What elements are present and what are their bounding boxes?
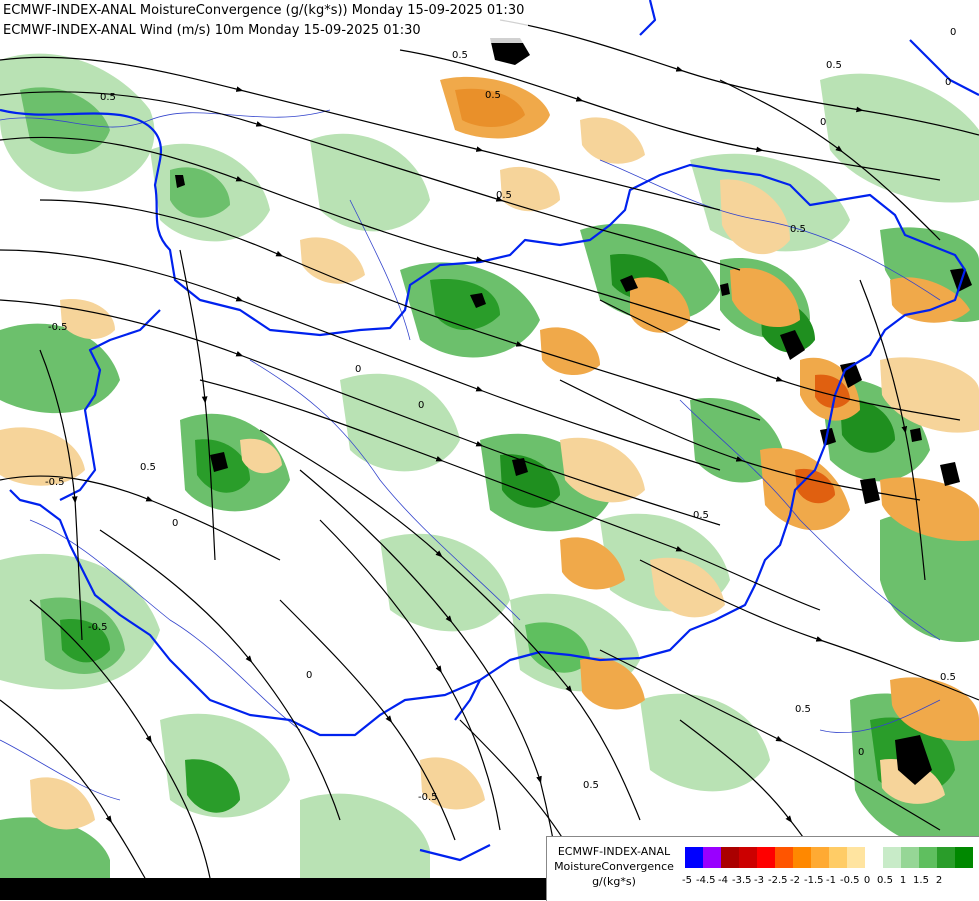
legend-tick: -1 [826, 875, 836, 886]
legend-swatch [847, 847, 865, 868]
legend-tick: -1.5 [804, 875, 824, 886]
legend-tick: -0.5 [840, 875, 860, 886]
legend-variable: MoistureConvergence [554, 860, 674, 873]
color-legend: ECMWF-INDEX-ANAL MoistureConvergence g/(… [546, 836, 979, 901]
legend-tick: -5 [682, 875, 692, 886]
legend-swatch [829, 847, 847, 868]
contour-label: 0.5 [496, 190, 512, 201]
contour-label: 0 [418, 400, 424, 411]
legend-tick: -2.5 [768, 875, 788, 886]
legend-swatch [811, 847, 829, 868]
legend-swatch [685, 847, 703, 868]
contour-label: 0.5 [485, 90, 501, 101]
contour-label: -0.5 [418, 792, 438, 803]
legend-swatch [955, 847, 973, 868]
contour-label: 0.5 [940, 672, 956, 683]
contour-label: 0 [355, 364, 361, 375]
legend-swatch [901, 847, 919, 868]
contour-label: 0.5 [583, 780, 599, 791]
contour-label: 0 [306, 670, 312, 681]
legend-tick: 2 [935, 875, 943, 886]
contour-label: 0.5 [452, 50, 468, 61]
contour-label: 0.5 [140, 462, 156, 473]
contour-label: -0.5 [88, 622, 108, 633]
legend-swatch [775, 847, 793, 868]
title-moisture-convergence: ECMWF-INDEX-ANAL MoistureConvergence (g/… [3, 3, 525, 18]
legend-model: ECMWF-INDEX-ANAL [557, 845, 671, 858]
legend-swatch [919, 847, 937, 868]
map-title-box: ECMWF-INDEX-ANAL MoistureConvergence (g/… [0, 0, 529, 43]
contour-label: 0 [945, 77, 951, 88]
legend-swatch [865, 847, 883, 868]
legend-swatch [703, 847, 721, 868]
legend-tick: -2 [790, 875, 800, 886]
legend-swatch [757, 847, 775, 868]
legend-swatch [721, 847, 739, 868]
legend-tick: 1 [899, 875, 907, 886]
bottom-black-bar [0, 878, 546, 900]
contour-label: 0.5 [795, 704, 811, 715]
legend-swatch [739, 847, 757, 868]
legend-tick: -4.5 [696, 875, 716, 886]
contour-label: 0 [820, 117, 826, 128]
moisture-convergence-map: 0.5 0.5 0.5 0.5 0 0 -0.5 -0.5 -0.5 0 0 0… [0, 0, 979, 900]
contour-label: -0.5 [45, 477, 65, 488]
contour-label: 0.5 [100, 92, 116, 103]
contour-label: 0.5 [790, 224, 806, 235]
legend-tick: 0 [863, 875, 871, 886]
legend-unit: g/(kg*s) [592, 875, 636, 888]
legend-swatch [937, 847, 955, 868]
legend-ticks: -5 -4.5 -4 -3.5 -3 -2.5 -2 -1.5 -1 -0.5 0 0.5 1 1.5 2 [678, 875, 948, 886]
legend-swatch [793, 847, 811, 868]
contour-label: 0 [858, 747, 864, 758]
title-wind: ECMWF-INDEX-ANAL Wind (m/s) 10m Monday 1… [3, 23, 421, 38]
legend-tick: 0.5 [877, 875, 893, 886]
contour-label: 0.5 [693, 510, 709, 521]
contour-label: 0 [950, 27, 956, 38]
legend-tick: -3.5 [732, 875, 752, 886]
legend-tick: -3 [754, 875, 764, 886]
legend-swatch [883, 847, 901, 868]
legend-tick: -4 [718, 875, 728, 886]
legend-swatches [685, 847, 973, 868]
contour-label: -0.5 [48, 322, 68, 333]
contour-label: 0 [172, 518, 178, 529]
legend-title: ECMWF-INDEX-ANAL MoistureConvergence g/(… [547, 844, 681, 889]
contour-label: 0.5 [826, 60, 842, 71]
legend-tick: 1.5 [913, 875, 929, 886]
